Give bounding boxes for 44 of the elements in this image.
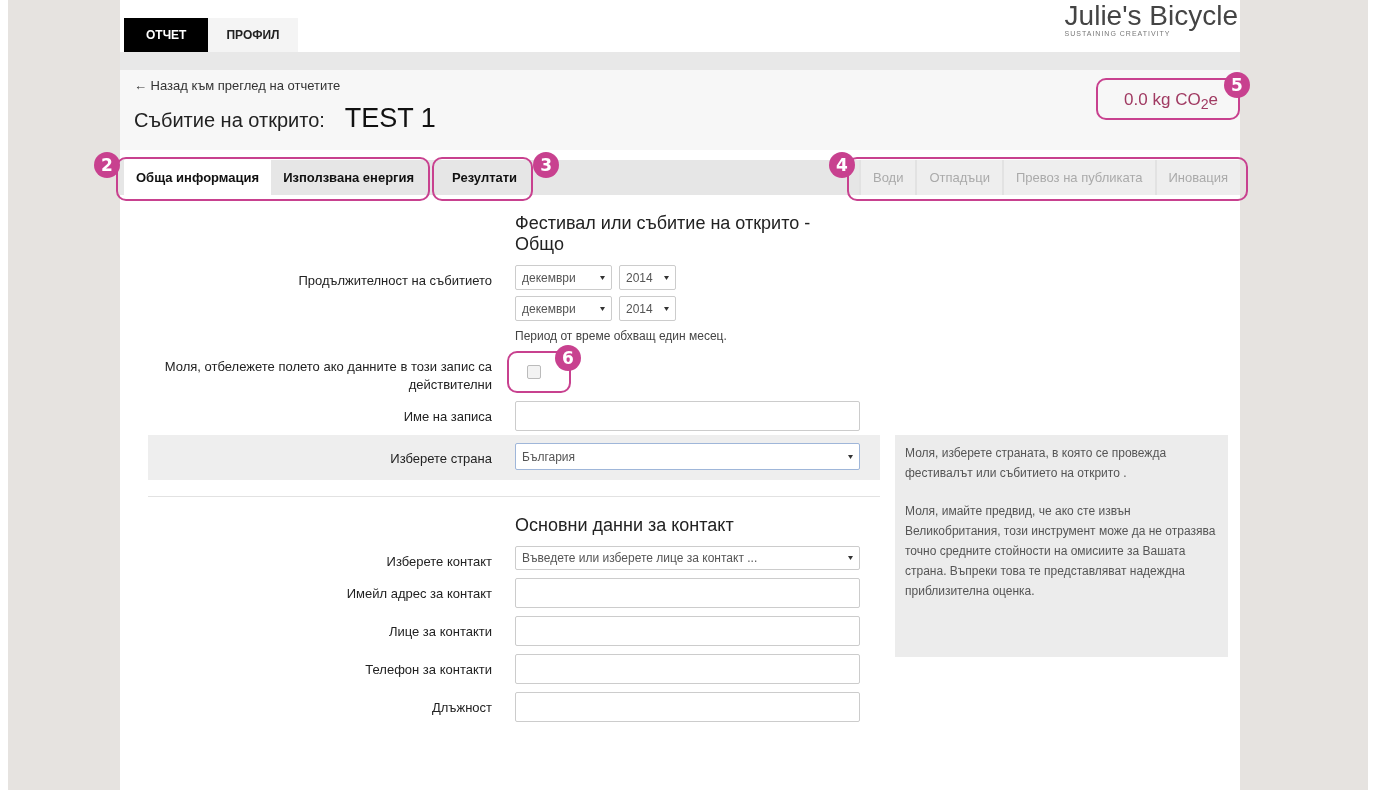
field-label: Телефон за контакти xyxy=(365,662,492,677)
page-title-label: Събитие на открито: xyxy=(134,109,325,132)
text-input[interactable] xyxy=(515,692,860,722)
page-title: TEST 1 xyxy=(344,103,436,134)
contact-dropdown[interactable]: Въведете или изберете лице за контакт ... xyxy=(515,546,860,570)
nav-tab[interactable]: ОТЧЕТ xyxy=(124,18,209,52)
field-label: Продължителност на събитието xyxy=(298,273,492,288)
month-dropdown[interactable]: декември xyxy=(515,296,612,321)
text-input[interactable] xyxy=(515,578,860,608)
callout-number: 3 xyxy=(533,152,560,178)
caret-icon xyxy=(848,454,853,459)
caret-icon xyxy=(600,306,605,311)
back-link[interactable]: ← Назад към преглед на отчетите xyxy=(134,78,436,93)
callout-number: 6 xyxy=(555,345,581,371)
caret-icon xyxy=(600,275,605,280)
caret-icon xyxy=(848,556,853,560)
help-text: Моля, изберете страната, в която се провежда фестивалът или събитието на открито . xyxy=(905,445,1168,482)
section-heading: Фестивал или събитие на открито - Общо xyxy=(515,213,812,255)
callout-number: 2 xyxy=(94,152,120,178)
callout-number: 4 xyxy=(828,152,855,178)
text-input[interactable] xyxy=(515,654,860,684)
checkbox[interactable] xyxy=(527,365,541,379)
year-dropdown[interactable]: 2014 xyxy=(619,296,676,321)
caret-icon xyxy=(664,306,669,311)
text-input[interactable] xyxy=(515,616,860,646)
hint-text: Период от време обхващ един месец. xyxy=(515,329,728,343)
help-text: Моля, имайте предвид, че ако сте извън Великобритания, този инструмент може да не отразява точно средните стойности на омисиите за Вашата страна. Въпреки това те представляват надеждна приблизителна оценка. xyxy=(905,503,1217,600)
field-label: Имейл адрес за контакт xyxy=(346,586,492,601)
month-dropdown[interactable]: декември xyxy=(515,265,612,290)
caret-icon xyxy=(664,275,669,280)
emissions-total: 0.0 kg CO$_{2}$e xyxy=(1124,89,1218,113)
logo-text: Julie's Bicycle xyxy=(1064,0,1238,31)
callout-number: 5 xyxy=(1224,72,1250,98)
text-input[interactable] xyxy=(515,401,860,431)
section-heading: Основни данни за контакт xyxy=(515,515,735,536)
field-label: Изберете контакт xyxy=(386,554,492,569)
field-label: Изберете страна xyxy=(390,451,492,466)
country-dropdown[interactable]: България xyxy=(515,443,860,470)
section-tab[interactable]: Обща информация xyxy=(124,160,272,195)
field-label: Име на записа xyxy=(403,409,492,424)
field-label: Длъжност xyxy=(431,700,492,715)
field-label: Лице за контакти xyxy=(388,624,492,639)
year-dropdown[interactable]: 2014 xyxy=(619,265,676,290)
field-label: Моля, отбележете полето ако данните в този запис са действителни xyxy=(164,359,492,392)
